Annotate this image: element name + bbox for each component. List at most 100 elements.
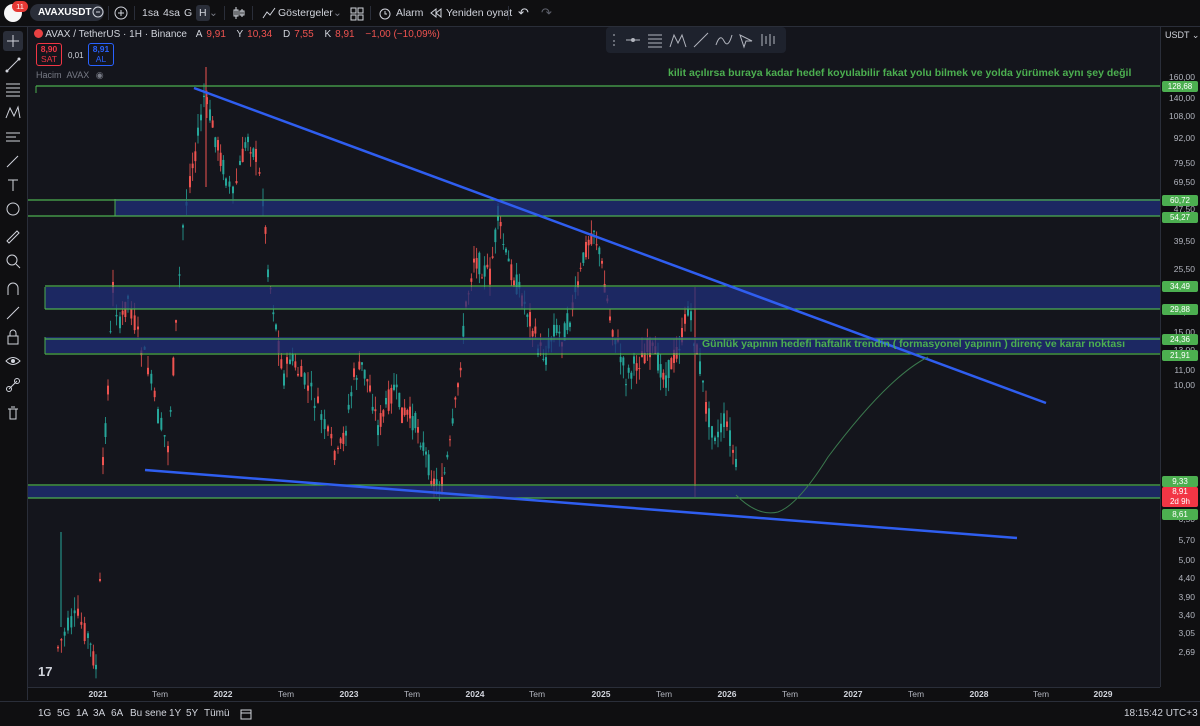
interval-h[interactable]: H (196, 5, 210, 21)
price-axis[interactable]: USDT ⌄ 160,00 140,00 108,00 92,00 79,50 69,50… (1160, 27, 1200, 687)
candle-body (121, 310, 124, 315)
price-tick-label: 92,00 (1173, 133, 1195, 143)
candle-body (435, 479, 438, 486)
candle-type-icon[interactable] (232, 5, 246, 21)
candle-body (483, 265, 486, 277)
candle-body (197, 127, 199, 136)
date-range-icon[interactable] (240, 708, 252, 723)
candle-body (232, 186, 234, 194)
indicators-icon[interactable] (262, 5, 276, 21)
ruler-icon[interactable] (3, 227, 23, 247)
symbol-edit-icon[interactable] (92, 5, 104, 21)
candle-body (638, 368, 641, 370)
range-ytd[interactable]: Bu sene (130, 708, 167, 719)
undo-icon[interactable]: ↶ (518, 5, 529, 21)
candle-body (526, 314, 529, 317)
range-6a[interactable]: 6A (111, 708, 123, 719)
interval-dropdown-icon[interactable]: ⌄ (209, 5, 218, 21)
annotation-mid-note[interactable]: Günlük yapının hedefi haftalık trendin (… (702, 338, 1125, 350)
magnet-icon[interactable] (3, 279, 23, 299)
candle-body (137, 326, 139, 330)
eye-icon[interactable] (3, 351, 23, 371)
candle-body (189, 176, 191, 188)
interval-4sa[interactable]: 4sa (163, 5, 180, 21)
candle-body (545, 357, 547, 365)
text-icon[interactable] (3, 175, 23, 195)
time-tick-label: Tem (528, 689, 546, 699)
currency-selector[interactable]: USDT ⌄ (1165, 30, 1199, 41)
tradingview-logo[interactable]: 17 (38, 664, 52, 679)
add-symbol-icon[interactable] (114, 5, 128, 21)
candle-body (443, 472, 446, 474)
pattern-icon[interactable] (3, 103, 23, 123)
candle-body (119, 316, 121, 329)
trash-icon[interactable] (3, 403, 23, 423)
range-1y[interactable]: 1Y (169, 708, 181, 719)
layouts-icon[interactable] (350, 5, 364, 21)
candle-body (342, 432, 345, 444)
level-price-tag: 24,36 (1162, 334, 1198, 345)
fib-icon[interactable] (3, 79, 23, 99)
candle-body (374, 409, 377, 412)
price-tick-label: 2,69 (1178, 647, 1195, 657)
candle-body (491, 256, 494, 258)
replay-button[interactable]: Yeniden oynat (446, 5, 512, 21)
time-tick-label: 2023 (339, 689, 359, 699)
candle-body (449, 439, 451, 441)
level-price-tag: 34,49 (1162, 281, 1198, 292)
candle-body (385, 397, 387, 405)
candle-body (714, 437, 716, 442)
candle-body (659, 364, 662, 378)
chart-legend: AVAX / TetherUS · 1H · Binance A 9,91 Y 10… (34, 29, 444, 40)
candle-body (609, 316, 611, 321)
range-3a[interactable]: 3A (93, 708, 105, 719)
replay-icon[interactable] (430, 5, 442, 21)
candle-body (283, 373, 285, 386)
link-icon[interactable] (3, 375, 23, 395)
candle-body (446, 454, 449, 458)
chart-pane[interactable]: AVAX / TetherUS · 1H · Binance A 9,91 Y 10… (28, 27, 1160, 687)
lock-icon[interactable] (3, 327, 23, 347)
emoji-icon[interactable] (3, 199, 23, 219)
candle-body (267, 269, 269, 278)
indicators-dropdown-icon[interactable]: ⌄ (333, 5, 342, 21)
candle-body (115, 314, 118, 317)
zoom-icon[interactable] (3, 251, 23, 271)
interval-1sa[interactable]: 1sa (142, 5, 159, 21)
candle-body (60, 639, 63, 641)
candle-body (627, 367, 630, 373)
range-1a[interactable]: 1A (76, 708, 88, 719)
pencil-lock-icon[interactable] (3, 303, 23, 323)
candle-body (601, 260, 603, 264)
candle-body (214, 137, 217, 148)
time-axis[interactable]: 2021 Tem 2022 Tem 2023 Tem 2024 Tem 2025 Tem 2026 T… (28, 687, 1160, 702)
annotation-top-note[interactable]: kilit açılırsa buraya kadar hedef koyula… (668, 67, 1131, 79)
candle-body (310, 382, 313, 387)
time-tick-label: 2029 (1093, 689, 1113, 699)
crosshair-icon[interactable] (3, 31, 23, 51)
candle-body (457, 383, 459, 388)
range-5y[interactable]: 5Y (186, 708, 198, 719)
range-all[interactable]: Tümü (204, 708, 230, 719)
candle-body (361, 362, 363, 365)
volume-legend: Hacim AVAX ◉ (36, 70, 104, 80)
visibility-eye-icon[interactable]: ◉ (96, 70, 104, 80)
trend-line-icon[interactable] (3, 55, 23, 75)
sell-button[interactable]: 8,90 SAT (36, 43, 62, 66)
prediction-icon[interactable] (3, 127, 23, 147)
candle-body (732, 449, 734, 453)
interval-g[interactable]: G (184, 5, 192, 21)
clock-timezone[interactable]: 18:15:42 UTC+3 (1124, 708, 1198, 719)
indicators-button[interactable]: Göstergeler (278, 5, 333, 21)
buy-button[interactable]: 8,91 AL (88, 43, 114, 66)
redo-icon[interactable]: ↷ (541, 5, 552, 21)
alarm-button[interactable]: Alarm (396, 5, 423, 21)
candle-body (711, 426, 713, 438)
spread-value: 0,01 (68, 51, 84, 60)
range-5g[interactable]: 5G (57, 708, 70, 719)
alarm-clock-icon[interactable] (378, 5, 392, 21)
range-1g[interactable]: 1G (38, 708, 51, 719)
price-chart[interactable] (28, 27, 1160, 687)
price-tick-label: 5,00 (1178, 555, 1195, 565)
brush-icon[interactable] (3, 151, 23, 171)
